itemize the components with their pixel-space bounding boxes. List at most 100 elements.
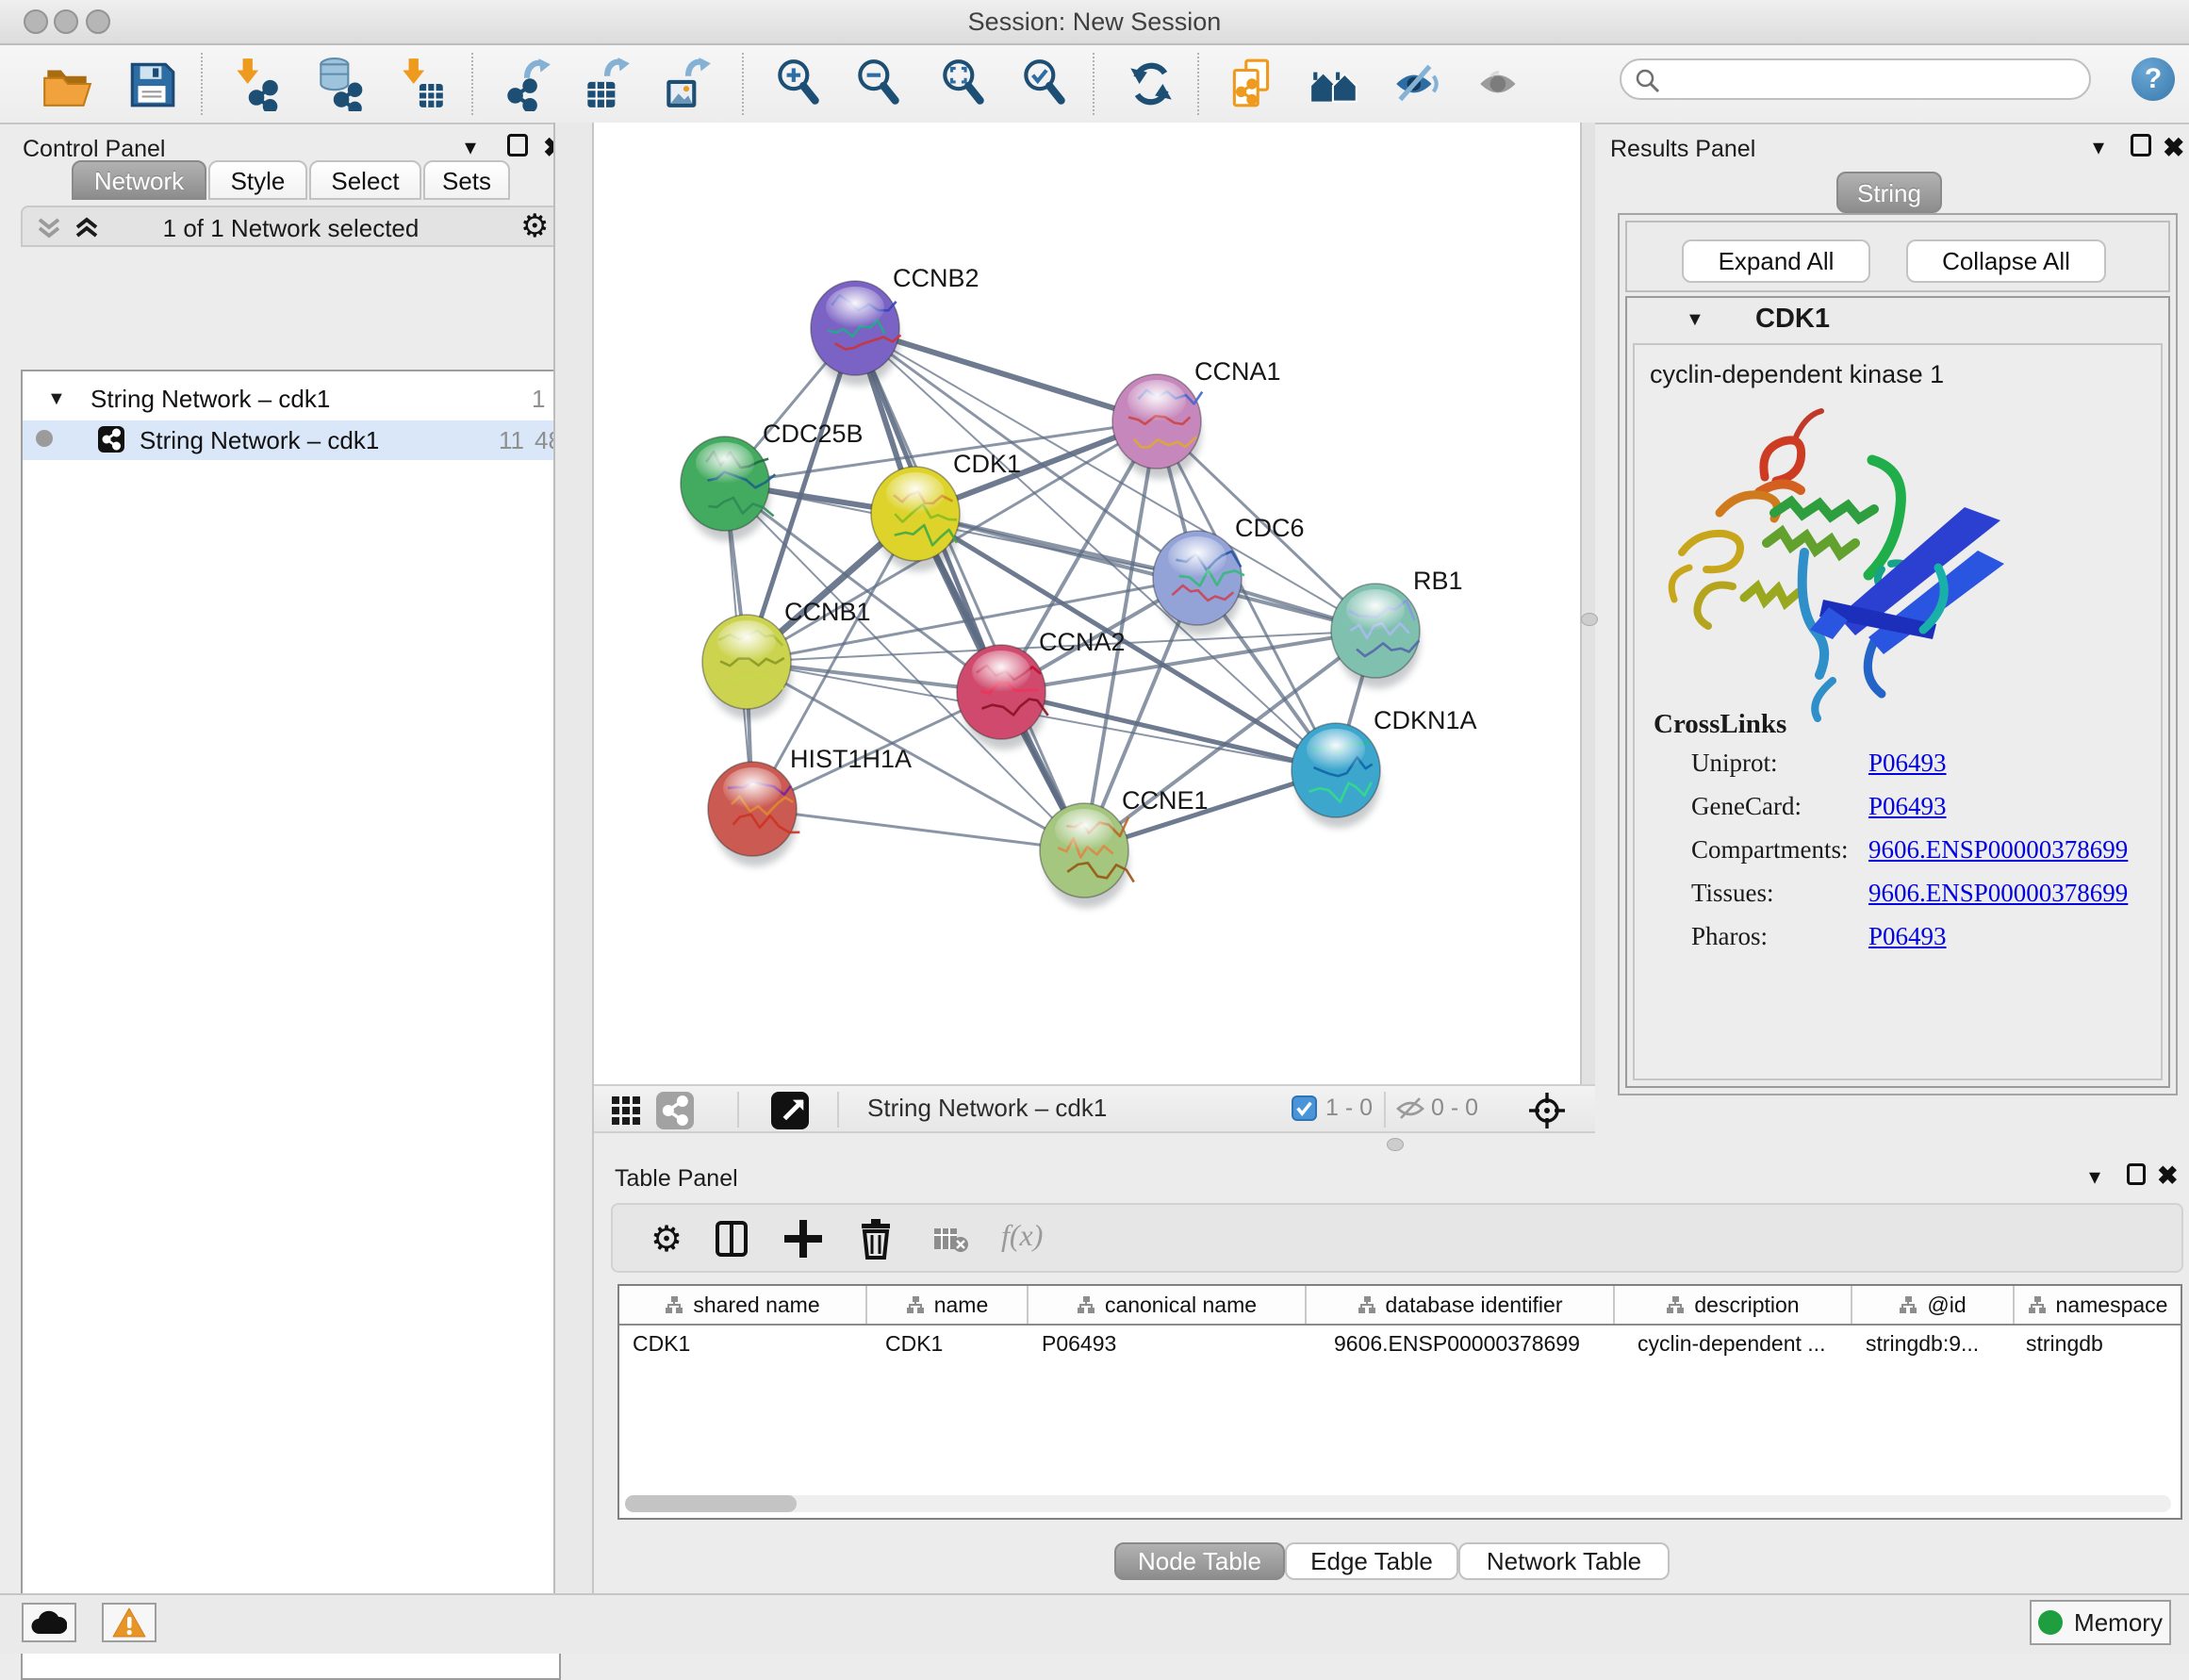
crosslinks-heading: CrossLinks xyxy=(1654,709,1786,740)
results-panel-close-icon[interactable]: ✖ xyxy=(2163,132,2184,163)
table-options-gear-icon[interactable]: ⚙ xyxy=(650,1222,683,1258)
create-column-plus-icon[interactable] xyxy=(784,1218,822,1260)
network-node-CCNB1[interactable] xyxy=(702,615,791,709)
crosslink-label: Compartments: xyxy=(1691,835,1848,865)
control-panel-maximize-icon[interactable] xyxy=(507,134,528,156)
toolbar-separator xyxy=(471,53,473,115)
node-label-CDKN1A: CDKN1A xyxy=(1374,706,1477,734)
tab-network[interactable]: Network xyxy=(72,160,206,200)
tab-network-table[interactable]: Network Table xyxy=(1458,1542,1670,1580)
column-tree-icon xyxy=(1077,1295,1095,1314)
table-cell[interactable]: cyclin-dependent ... xyxy=(1638,1331,1854,1363)
refresh-icon[interactable] xyxy=(1126,57,1177,111)
show-all-eye-icon[interactable] xyxy=(1475,57,1526,111)
network-canvas[interactable]: CCNB2CCNA1CDC25BCDK1CDC6RB1CCNB1CCNA2CDK… xyxy=(594,123,1580,1084)
crosslink-uniprot-link[interactable]: P06493 xyxy=(1868,749,1947,778)
scrollbar-thumb[interactable] xyxy=(625,1495,797,1512)
column-tree-icon xyxy=(1358,1295,1376,1314)
protein-section: ▼ CDK1 cyclin-dependent kinase 1 xyxy=(1625,296,2170,1088)
home-icon[interactable] xyxy=(1309,57,1360,111)
export-image-icon[interactable] xyxy=(661,57,712,111)
node-label-CDC6: CDC6 xyxy=(1235,514,1305,542)
save-session-icon[interactable] xyxy=(126,57,177,111)
network-node-CDK1[interactable] xyxy=(871,467,960,561)
results-panel-float-icon[interactable]: ▾ xyxy=(2093,134,2104,161)
table-panel-close-icon[interactable]: ✖ xyxy=(2157,1161,2179,1191)
import-table-file-icon[interactable] xyxy=(396,57,447,111)
memory-label: Memory xyxy=(2074,1608,2163,1638)
export-network-icon[interactable] xyxy=(502,57,552,111)
export-table-icon[interactable] xyxy=(580,57,631,111)
tab-string[interactable]: String xyxy=(1836,172,1942,213)
canvas-results-splitter[interactable] xyxy=(1580,123,1595,1090)
network-node-CDKN1A[interactable] xyxy=(1292,723,1380,817)
crosshair-icon[interactable] xyxy=(1527,1091,1567,1130)
help-button[interactable]: ? xyxy=(2131,58,2175,101)
network-node-CCNA1[interactable] xyxy=(1112,374,1202,469)
string-view-icon[interactable] xyxy=(656,1092,694,1129)
collection-collapse-icon[interactable]: ▼ xyxy=(47,388,66,410)
table-cell[interactable]: P06493 xyxy=(1042,1331,1301,1363)
import-network-database-icon[interactable] xyxy=(314,57,365,111)
import-network-file-icon[interactable] xyxy=(230,57,281,111)
hidden-counter: 0 - 0 xyxy=(1431,1095,1478,1122)
cloud-status-button[interactable] xyxy=(22,1603,76,1642)
selected-nodes-checkbox[interactable] xyxy=(1292,1095,1317,1121)
network-options-gear-icon[interactable]: ⚙ xyxy=(520,210,549,242)
protein-collapse-icon[interactable]: ▼ xyxy=(1686,309,1704,331)
delete-column-trash-icon[interactable] xyxy=(860,1218,892,1260)
window-title: Session: New Session xyxy=(0,8,2189,37)
control-canvas-splitter[interactable] xyxy=(553,123,594,1593)
grid-view-icon[interactable] xyxy=(611,1095,641,1126)
network-view-toolbar: String Network – cdk1 1 - 0 0 - 0 xyxy=(594,1084,1595,1133)
table-cell[interactable]: stringdb:9... xyxy=(1866,1331,2007,1363)
tab-sets[interactable]: Sets xyxy=(423,160,510,200)
clone-network-icon[interactable] xyxy=(1226,57,1277,111)
zoom-in-icon[interactable] xyxy=(773,57,824,111)
crosslink-tissues-link[interactable]: 9606.ENSP00000378699 xyxy=(1868,879,2128,908)
column-tree-icon xyxy=(1899,1295,1917,1314)
column-tree-icon xyxy=(2028,1295,2047,1314)
birdseye-view-icon[interactable] xyxy=(771,1092,809,1129)
table-panel-maximize-icon[interactable] xyxy=(2127,1163,2146,1185)
zoom-out-icon[interactable] xyxy=(853,57,904,111)
tab-style[interactable]: Style xyxy=(208,160,307,200)
zoom-fit-icon[interactable] xyxy=(938,57,989,111)
network-node-CCNB2[interactable] xyxy=(811,281,900,375)
hide-selected-eye-icon[interactable] xyxy=(1392,57,1443,111)
expand-all-button[interactable]: Expand All xyxy=(1682,239,1870,283)
crosslink-pharos-link[interactable]: P06493 xyxy=(1868,922,1947,951)
show-columns-icon[interactable] xyxy=(715,1220,749,1258)
crosslink-genecard-link[interactable]: P06493 xyxy=(1868,792,1947,821)
delete-table-icon xyxy=(933,1226,969,1254)
crosslink-row: Pharos:P06493 xyxy=(1657,922,2148,960)
table-cell[interactable]: CDK1 xyxy=(885,1331,1027,1363)
tab-edge-table[interactable]: Edge Table xyxy=(1285,1542,1458,1580)
warning-status-button[interactable] xyxy=(102,1603,156,1642)
tab-node-table[interactable]: Node Table xyxy=(1114,1542,1285,1580)
table-cell[interactable]: CDK1 xyxy=(633,1331,859,1363)
crosslink-row: Tissues:9606.ENSP00000378699 xyxy=(1657,879,2148,916)
network-collection-row[interactable]: ▼ String Network – cdk1 1 xyxy=(23,385,559,420)
network-row-selected[interactable]: String Network – cdk1 11 48 xyxy=(23,420,559,460)
network-node-RB1[interactable] xyxy=(1331,584,1420,678)
table-panel-float-icon[interactable]: ▾ xyxy=(2089,1163,2100,1191)
crosslink-row: Compartments: 9606.ENSP00000378699 xyxy=(1657,835,2148,873)
selected-counter: 1 - 0 xyxy=(1325,1095,1373,1122)
horizontal-scrollbar[interactable] xyxy=(625,1495,2171,1512)
collapse-all-button[interactable]: Collapse All xyxy=(1906,239,2106,283)
network-selection-bar: 1 of 1 Network selected ⚙ xyxy=(21,206,561,247)
hidden-eye-icon xyxy=(1395,1095,1425,1122)
tab-select[interactable]: Select xyxy=(309,160,421,200)
zoom-selected-icon[interactable] xyxy=(1019,57,1070,111)
memory-button[interactable]: Memory xyxy=(2030,1600,2171,1645)
table-cell[interactable]: 9606.ENSP00000378699 xyxy=(1334,1331,1626,1363)
node-table[interactable]: shared name name canonical name database… xyxy=(617,1284,2182,1520)
results-panel-maximize-icon[interactable] xyxy=(2131,134,2151,156)
crosslink-compartments-link[interactable]: 9606.ENSP00000378699 xyxy=(1868,835,2128,865)
control-panel-float-icon[interactable]: ▾ xyxy=(465,134,476,161)
table-cell[interactable]: stringdb xyxy=(2026,1331,2177,1363)
search-input[interactable] xyxy=(1620,58,2091,100)
node-label-CCNB1: CCNB1 xyxy=(784,598,871,626)
open-session-icon[interactable] xyxy=(41,57,92,111)
